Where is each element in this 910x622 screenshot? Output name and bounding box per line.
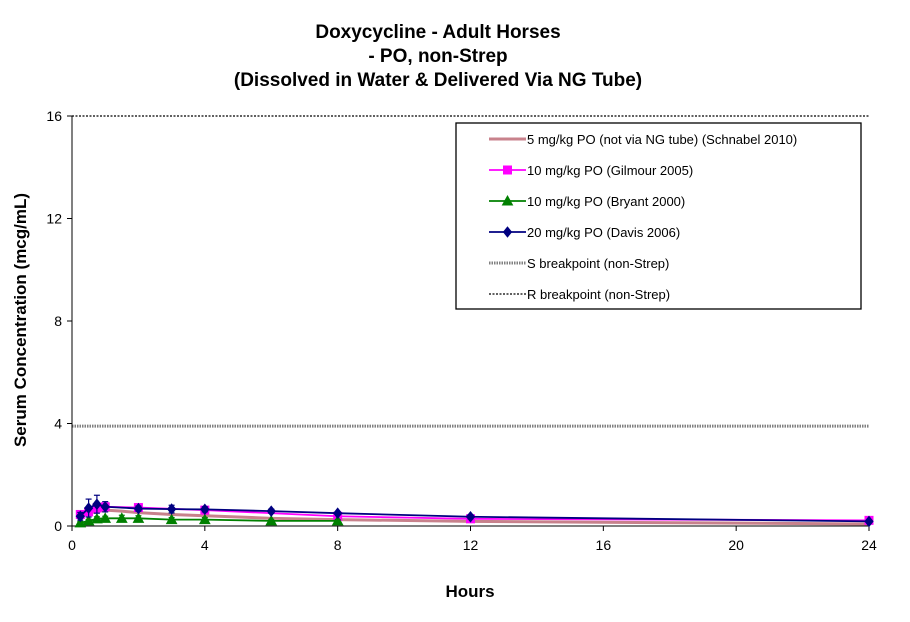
y-tick-label: 8 [54, 313, 62, 329]
legend-label: 5 mg/kg PO (not via NG tube) (Schnabel 2… [527, 132, 797, 147]
legend-label: 20 mg/kg PO (Davis 2006) [527, 225, 680, 240]
chart-title-line-2: - PO, non-Strep [368, 46, 507, 67]
x-tick-label: 8 [334, 537, 342, 553]
data-point [266, 505, 276, 517]
x-tick-label: 0 [68, 537, 76, 553]
chart-title-line-3: (Dissolved in Water & Delivered Via NG T… [234, 70, 642, 91]
legend-label: 10 mg/kg PO (Bryant 2000) [527, 194, 685, 209]
legend-swatch-marker [503, 165, 512, 175]
y-axis-label: Serum Concentration (mcg/mL) [11, 193, 30, 447]
y-tick-label: 12 [46, 211, 62, 227]
y-tick-label: 0 [54, 518, 62, 534]
x-tick-label: 20 [728, 537, 744, 553]
legend-box [455, 122, 862, 310]
x-tick-label: 4 [201, 537, 209, 553]
x-axis-label: Hours [445, 582, 494, 601]
series-layer [74, 494, 874, 528]
chart: Doxycycline - Adult Horses - PO, non-Str… [11, 22, 877, 601]
series-1 [75, 502, 874, 525]
legend-label: S breakpoint (non-Strep) [527, 256, 669, 271]
legend-label: R breakpoint (non-Strep) [527, 287, 670, 302]
legend: 5 mg/kg PO (not via NG tube) (Schnabel 2… [455, 122, 862, 310]
x-tick-label: 12 [463, 537, 479, 553]
legend-label: 10 mg/kg PO (Gilmour 2005) [527, 163, 693, 178]
y-tick-label: 4 [54, 416, 62, 432]
y-tick-label: 16 [46, 108, 62, 124]
x-tick-label: 16 [596, 537, 612, 553]
chart-title-line-1: Doxycycline - Adult Horses [315, 22, 560, 43]
x-tick-label: 24 [861, 537, 877, 553]
